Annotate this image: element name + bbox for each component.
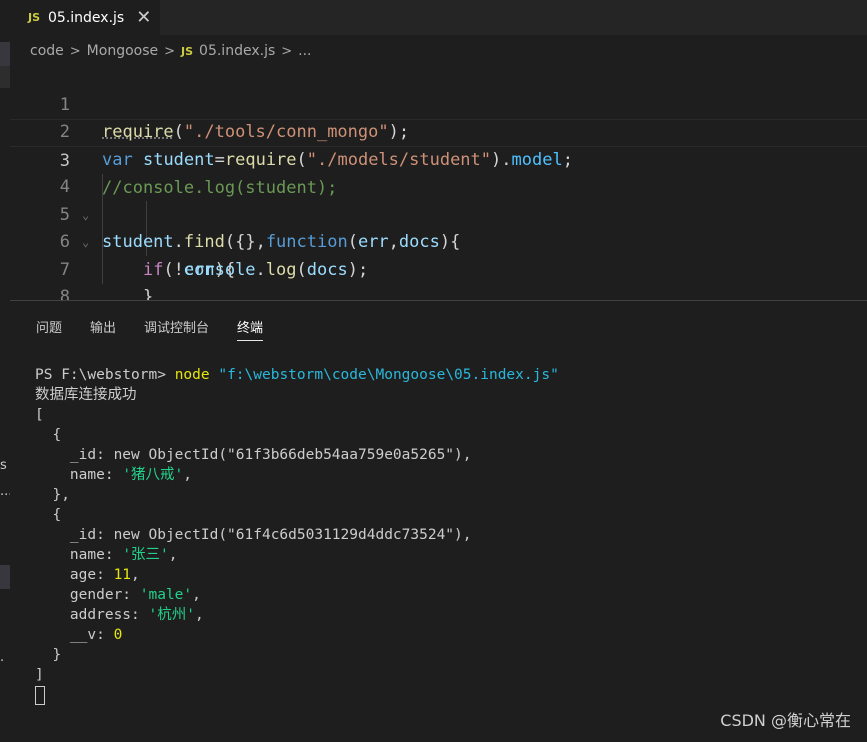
breadcrumb-item-mongoose[interactable]: Mongoose [87,43,158,59]
punct: , [131,567,140,583]
breadcrumb-item-file[interactable]: 05.index.js [199,43,275,59]
watermark: CSDN @衡心常在 [720,711,851,730]
close-icon[interactable]: ✕ [136,8,151,27]
terminal-cursor [35,685,45,705]
doc2-address-key: address: [35,607,149,623]
doc1-name-key: name: [35,467,123,483]
doc2-age-value: 11 [113,567,132,583]
punct: , [183,467,193,483]
bottom-panel: 问题 输出 调试控制台 终端 PS F:\webstorm> node "f:\… [10,300,867,742]
doc1-close: }, [35,487,70,503]
javascript-file-icon: JS [28,11,41,24]
chevron-right-icon: > [69,43,81,59]
editor-tab-bar: JS 05.index.js ✕ [0,0,867,35]
terminal-output[interactable]: PS F:\webstorm> node "f:\webstorm\code\M… [35,365,559,705]
tab-problems[interactable]: 问题 [36,317,62,341]
doc2-name-key: name: [35,547,123,563]
doc2-close: } [35,647,62,663]
doc1-id: _id: new ObjectId("61f3b66deb54aa759e0a5… [35,447,472,463]
terminal-prompt: PS F:\webstorm> [35,367,175,383]
strip-selected[interactable] [0,565,10,589]
terminal-close-bracket: ] [35,667,44,683]
tab-debug-console[interactable]: 调试控制台 [144,317,209,341]
chevron-right-icon: > [281,43,293,59]
doc2-id: _id: new ObjectId("61f4c6d5031129d4ddc73… [35,527,472,543]
breadcrumb-more[interactable]: ... [298,43,311,59]
activity-strip: s ... . [0,0,12,741]
strip-label-s: s [0,458,7,473]
doc2-v-value: 0 [113,627,123,643]
doc1-open: { [35,427,62,443]
punct: , [194,607,204,623]
code-line-3[interactable]: 3 //console.log(student); [10,119,867,198]
doc2-v-key: __v: [35,627,114,643]
code-line-6[interactable]: 6 console.log(docs); [10,202,867,280]
strip-label-dot: . [0,650,5,665]
javascript-file-icon: JS [181,44,194,58]
terminal-open-bracket: [ [35,407,44,423]
code-editor[interactable]: 1 require("./tools/conn_mongo"); 2 var s… [10,64,867,335]
code-line-7[interactable]: 7 } [10,229,867,308]
terminal-argument: "f:\webstorm\code\Mongoose\05.index.js" [218,367,559,383]
tab-output[interactable]: 输出 [90,317,116,341]
code-line-8[interactable]: 8 }); [10,257,867,335]
doc2-age-key: age: [35,567,114,583]
code-line-5[interactable]: 5 ⌄ if(!err){ [10,174,867,280]
code-line-1[interactable]: 1 require("./tools/conn_mongo"); [10,64,867,143]
strip-highlight-2 [0,66,10,88]
doc2-gender-key: gender: [35,587,140,603]
doc2-name-value: '张三' [122,547,169,563]
punct: , [168,547,178,563]
tab-label: 05.index.js [48,9,125,26]
punct: , [192,587,201,603]
terminal-command: node [174,367,210,383]
code-line-2[interactable]: 2 var student=require("./models/student"… [10,92,867,170]
tab-terminal[interactable]: 终端 [237,317,264,341]
code-line-4[interactable]: 4 ⌄ student.find({},function(err,docs){ [10,147,867,252]
chevron-right-icon: > [164,43,176,59]
panel-tabs: 问题 输出 调试控制台 终端 [36,317,291,341]
breadcrumb-item-code[interactable]: code [30,43,64,59]
tab-05-index-js[interactable]: JS 05.index.js ✕ [0,0,160,35]
doc2-gender-value: 'male' [139,587,193,603]
breadcrumb: code > Mongoose > JS 05.index.js > ... [0,38,312,64]
doc2-open: { [35,507,62,523]
doc2-address-value: '杭州' [148,607,195,623]
doc1-name-value: '猪八戒' [122,467,184,483]
terminal-line-success: 数据库连接成功 [35,387,137,403]
